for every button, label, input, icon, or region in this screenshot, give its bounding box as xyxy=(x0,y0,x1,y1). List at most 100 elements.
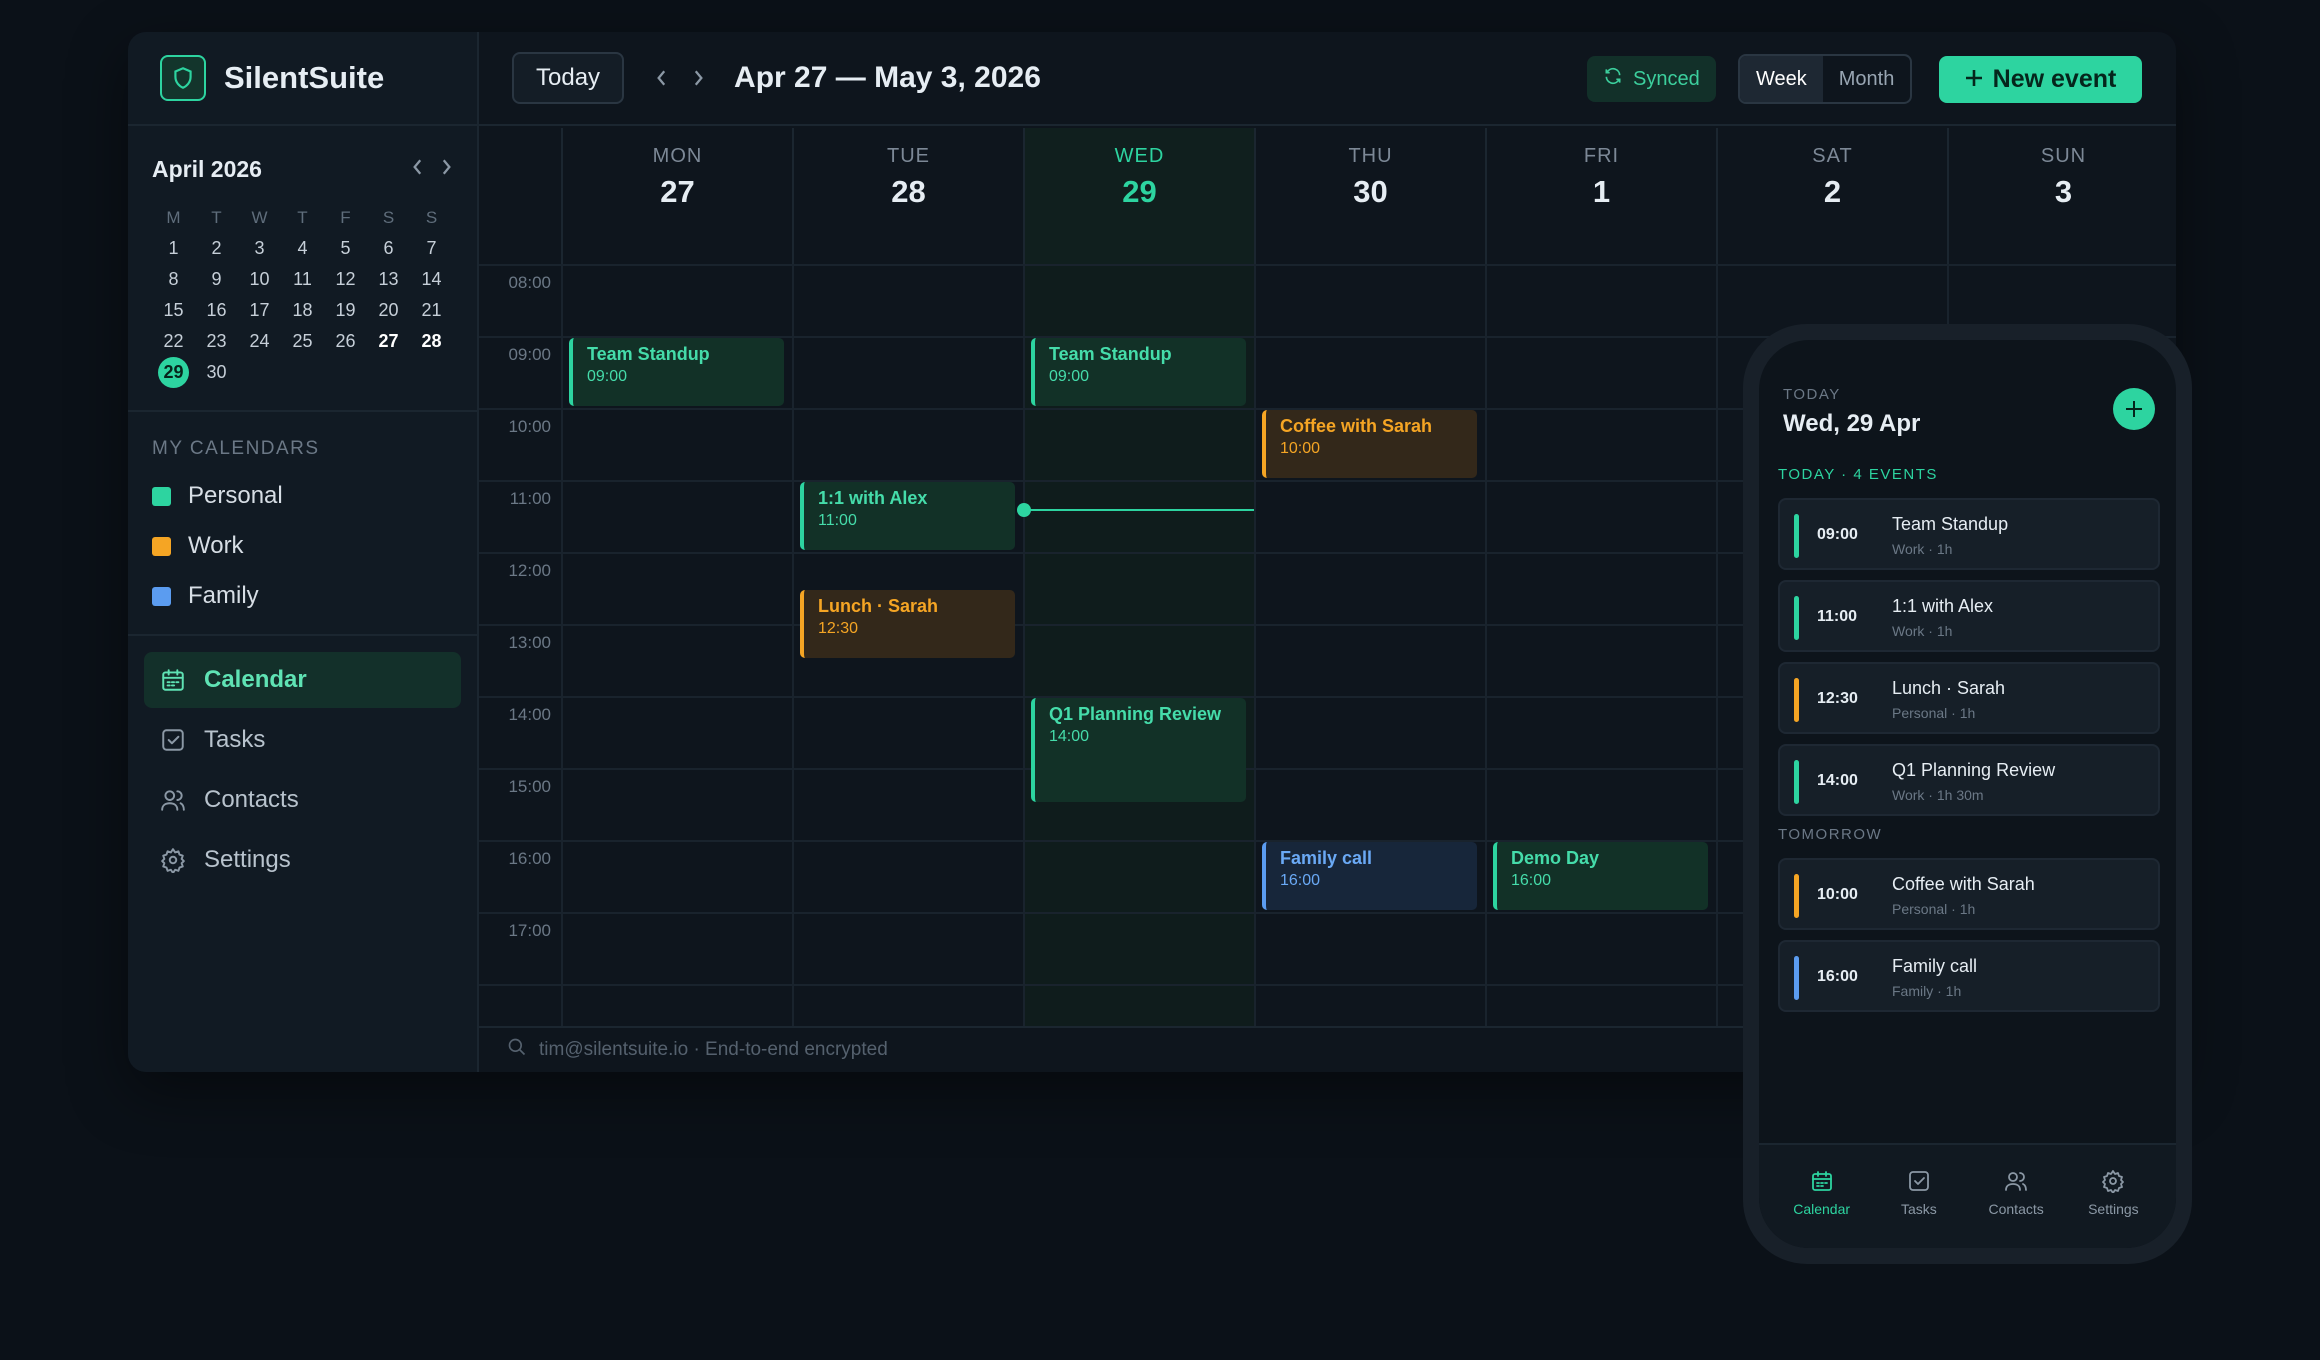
mobile-tab-tasks[interactable]: Tasks xyxy=(1874,1137,1964,1248)
new-event-button[interactable]: New event xyxy=(1939,56,2142,103)
chevron-right-icon[interactable] xyxy=(439,158,453,181)
mobile-tab-calendar[interactable]: Calendar xyxy=(1777,1137,1867,1248)
mini-day[interactable]: 9 xyxy=(195,264,238,295)
mini-day[interactable]: 22 xyxy=(152,326,195,357)
mini-day[interactable]: 23 xyxy=(195,326,238,357)
event-title: Lunch · Sarah xyxy=(1892,678,2006,698)
sync-icon xyxy=(1603,66,1623,92)
mobile-event-card[interactable]: 14:00 Q1 Planning Review Work · 1h 30m xyxy=(1778,744,2160,816)
calendar-event[interactable]: Team Standup 09:00 xyxy=(1031,338,1246,406)
day-header-tue[interactable]: TUE 28 xyxy=(792,128,1023,264)
mini-day[interactable]: 30 xyxy=(195,357,238,388)
calendar-event[interactable]: Coffee with Sarah 10:00 xyxy=(1262,410,1477,478)
mini-day[interactable]: 27 xyxy=(367,326,410,357)
sidebar-item-contacts[interactable]: Contacts xyxy=(144,772,461,828)
sidebar-nav: Calendar Tasks Contacts Settings xyxy=(128,634,477,908)
mobile-event-card[interactable]: 16:00 Family call Family · 1h xyxy=(1778,940,2160,1012)
calendar-item-label: Work xyxy=(188,532,244,559)
mobile-event-card[interactable]: 11:00 1:1 with Alex Work · 1h xyxy=(1778,580,2160,652)
calendar-event[interactable]: Family call 16:00 xyxy=(1262,842,1477,910)
calendar-event[interactable]: 1:1 with Alex 11:00 xyxy=(800,482,1015,550)
header-divider xyxy=(479,264,2176,266)
mini-day[interactable]: 16 xyxy=(195,295,238,326)
day-header-thu[interactable]: THU 30 xyxy=(1254,128,1485,264)
sidebar-item-calendar[interactable]: Calendar xyxy=(144,652,461,708)
mini-day[interactable]: 6 xyxy=(367,233,410,264)
mini-calendar: April 2026 M T W T F S S 1 2 3 4 5 6 7 8 9 10 11 12 13 14 15 1… xyxy=(128,126,477,388)
day-header-sun[interactable]: SUN 3 xyxy=(1947,128,2176,264)
day-header-wed[interactable]: WED 29 xyxy=(1023,128,1254,264)
mini-day[interactable]: 14 xyxy=(410,264,453,295)
next-week-button[interactable] xyxy=(684,63,712,94)
mini-day[interactable]: 7 xyxy=(410,233,453,264)
mobile-event-card[interactable]: 09:00 Team Standup Work · 1h xyxy=(1778,498,2160,570)
event-color-bar xyxy=(1794,760,1799,804)
mini-day[interactable]: 5 xyxy=(324,233,367,264)
account-status-text: tim@silentsuite.io · End-to-end encrypte… xyxy=(539,1039,888,1060)
mini-day[interactable]: 21 xyxy=(410,295,453,326)
today-button[interactable]: Today xyxy=(512,52,625,104)
calendar-item-personal[interactable]: Personal xyxy=(152,474,453,518)
mini-day[interactable]: 26 xyxy=(324,326,367,357)
mini-calendar-month: April 2026 xyxy=(152,155,262,182)
event-time: 16:00 xyxy=(1280,872,1321,889)
mini-day[interactable]: 20 xyxy=(367,295,410,326)
current-time-dot xyxy=(1017,502,1031,517)
mini-day[interactable]: 13 xyxy=(367,264,410,295)
event-title: Team Standup xyxy=(587,344,710,364)
calendar-item-label: Family xyxy=(188,582,259,609)
calendar-event[interactable]: Team Standup 09:00 xyxy=(569,338,784,406)
mini-day[interactable]: 17 xyxy=(238,295,281,326)
sync-status-badge: Synced xyxy=(1587,56,1716,102)
mini-day[interactable]: 25 xyxy=(281,326,324,357)
mini-day[interactable]: 3 xyxy=(238,233,281,264)
event-meta: Work · 1h xyxy=(1892,623,1953,639)
mobile-event-card[interactable]: 12:30 Lunch · Sarah Personal · 1h xyxy=(1778,662,2160,734)
month-view-button[interactable]: Month xyxy=(1823,56,1911,102)
mini-day[interactable]: 28 xyxy=(410,326,453,357)
mobile-date: Wed, 29 Apr xyxy=(1783,410,1921,437)
mini-day[interactable]: 24 xyxy=(238,326,281,357)
calendar-color-swatch xyxy=(152,586,171,606)
mini-weekday-header: M xyxy=(166,207,181,227)
calendar-event[interactable]: Lunch · Sarah 12:30 xyxy=(800,590,1015,658)
mobile-event-card[interactable]: 10:00 Coffee with Sarah Personal · 1h xyxy=(1778,858,2160,930)
day-header-fri[interactable]: FRI 1 xyxy=(1485,128,1716,264)
chevron-left-icon[interactable] xyxy=(411,158,425,181)
toolbar: Today Apr 27 — May 3, 2026 Synced Week M… xyxy=(479,32,2176,126)
mobile-phone-frame: TODAY Wed, 29 Apr TODAY · 4 EVENTS 09:00… xyxy=(1743,324,2192,1264)
sidebar-item-settings[interactable]: Settings xyxy=(144,832,461,888)
day-date: 1 xyxy=(1592,174,1611,209)
day-date: 2 xyxy=(1823,174,1842,209)
mini-day[interactable]: 11 xyxy=(281,264,324,295)
mini-day[interactable]: 12 xyxy=(324,264,367,295)
event-meta: Personal · 1h xyxy=(1892,901,1976,917)
mini-day[interactable]: 2 xyxy=(195,233,238,264)
mini-day-today[interactable]: 29 xyxy=(152,357,195,388)
hour-label: 15:00 xyxy=(508,777,551,796)
calendar-item-family[interactable]: Family xyxy=(152,574,453,618)
calendar-event[interactable]: Q1 Planning Review 14:00 xyxy=(1031,698,1246,802)
sidebar-item-tasks[interactable]: Tasks xyxy=(144,712,461,768)
prev-week-button[interactable] xyxy=(648,63,676,94)
event-title: Coffee with Sarah xyxy=(1892,874,2035,894)
mini-day[interactable]: 15 xyxy=(152,295,195,326)
mini-day[interactable]: 4 xyxy=(281,233,324,264)
mobile-tab-contacts[interactable]: Contacts xyxy=(1971,1137,2061,1248)
mobile-today-section: TODAY · 4 EVENTS xyxy=(1778,466,1938,483)
day-header-mon[interactable]: MON 27 xyxy=(561,128,792,264)
mini-day[interactable]: 8 xyxy=(152,264,195,295)
mobile-tab-settings[interactable]: Settings xyxy=(2068,1137,2158,1248)
my-calendars: MY CALENDARS Personal Work Family xyxy=(128,410,477,618)
mini-day[interactable]: 10 xyxy=(238,264,281,295)
shield-icon xyxy=(160,55,206,101)
mobile-add-button[interactable] xyxy=(2113,388,2155,430)
mini-day[interactable]: 19 xyxy=(324,295,367,326)
calendar-item-work[interactable]: Work xyxy=(152,524,453,568)
settings-icon xyxy=(160,847,186,873)
week-view-button[interactable]: Week xyxy=(1740,56,1823,102)
calendar-event[interactable]: Demo Day 16:00 xyxy=(1493,842,1708,910)
day-header-sat[interactable]: SAT 2 xyxy=(1716,128,1947,264)
mini-day[interactable]: 18 xyxy=(281,295,324,326)
mini-day[interactable]: 1 xyxy=(152,233,195,264)
